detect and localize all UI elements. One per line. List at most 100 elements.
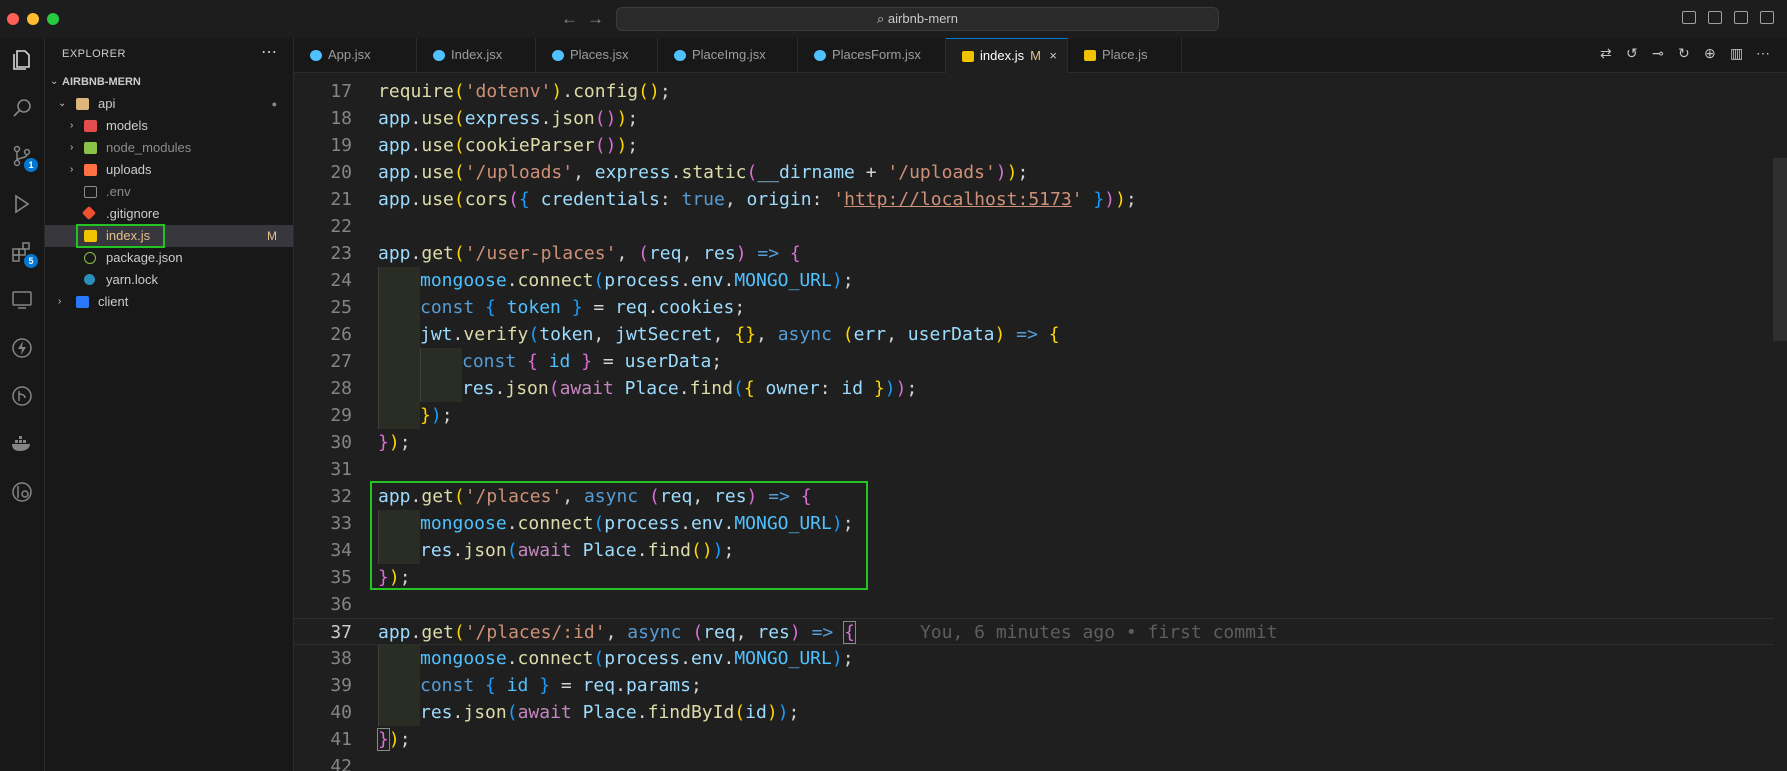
explorer-title: EXPLORER <box>62 48 126 60</box>
remote-explorer-activity[interactable] <box>0 282 44 318</box>
line-number: 27 <box>330 351 352 372</box>
toggle-primary-sidebar-icon[interactable] <box>1682 11 1696 24</box>
tree-item-api[interactable]: ⌄ api ● <box>45 93 293 115</box>
line-number: 23 <box>330 243 352 264</box>
activity-bar: 1 5 <box>0 38 45 771</box>
docker-activity[interactable] <box>0 426 44 462</box>
tab-placesform-jsx[interactable]: PlacesForm.jsx <box>798 38 946 72</box>
line-number: 22 <box>330 216 352 237</box>
line-number: 37 <box>330 622 352 643</box>
code-line: 28 res.json(await Place.find({ owner: id … <box>294 375 1774 402</box>
code-line: 18 app.use(express.json()); <box>294 105 1774 132</box>
run-debug-activity[interactable] <box>0 186 44 222</box>
code-line: 38 mongoose.connect(process.env.MONGO_URL… <box>294 645 1774 672</box>
split-editor-icon[interactable]: ▥ <box>1730 45 1743 62</box>
tree-item-label: models <box>106 118 148 133</box>
project-root[interactable]: ⌄ AIRBNB-MERN <box>45 71 293 93</box>
npm-file-icon <box>84 252 96 264</box>
tree-item-yarn-lock[interactable]: yarn.lock <box>45 269 293 291</box>
code-line: 42 <box>294 753 1774 771</box>
toggle-secondary-sidebar-icon[interactable] <box>1734 11 1748 24</box>
tab-label: PlaceImg.jsx <box>692 47 766 62</box>
tree-item-uploads[interactable]: › uploads <box>45 159 293 181</box>
editor-scrollbar[interactable] <box>1773 158 1787 341</box>
chevron-right-icon: › <box>70 120 74 131</box>
places-route-highlight-box <box>370 481 868 590</box>
gitlens-activity[interactable] <box>0 474 44 510</box>
git-compare-icon[interactable]: ⊕ <box>1704 45 1716 62</box>
files-icon <box>13 50 30 70</box>
code-editor[interactable]: 17 require('dotenv').config(); 18 app.use(… <box>294 73 1787 771</box>
more-actions-icon[interactable]: ⋯ <box>261 42 277 62</box>
tab-placeimg-jsx[interactable]: PlaceImg.jsx <box>658 38 798 72</box>
tab-modified-marker: M <box>1030 48 1041 63</box>
settings-file-icon <box>84 186 97 198</box>
close-tab-icon[interactable]: × <box>1049 39 1057 73</box>
chevron-down-icon: ⌄ <box>58 98 67 109</box>
git-graph-activity[interactable] <box>0 378 44 414</box>
tree-item-gitignore[interactable]: .gitignore <box>45 203 293 225</box>
forward-arrow-icon[interactable]: → <box>587 9 604 29</box>
code-line: 40 res.json(await Place.findById(id)); <box>294 699 1774 726</box>
tab-label: index.js <box>980 48 1025 63</box>
editor-tabs: App.jsx Index.jsx Places.jsx PlaceImg.js… <box>294 38 1787 73</box>
code-line: 26 jwt.verify(token, jwtSecret, {}, async… <box>294 321 1774 348</box>
tab-places-jsx[interactable]: Places.jsx <box>536 38 658 72</box>
open-changes-icon[interactable]: ⇄ <box>1600 45 1612 62</box>
tab-label: Place.js <box>1102 47 1148 62</box>
timeline-icon[interactable]: ⊸ <box>1652 45 1664 62</box>
git-graph-icon <box>12 386 32 406</box>
gitlens-icon <box>12 482 32 502</box>
git-blame-annotation: You, 6 minutes ago • first commit <box>919 622 1278 643</box>
current-code-line: 37 app.get('/places/:id', async (req, res… <box>294 618 1774 645</box>
command-search-box[interactable]: ⌕ airbnb-mern <box>616 7 1219 31</box>
tree-item-env[interactable]: .env <box>45 181 293 203</box>
code-line: 29}); <box>294 402 1774 429</box>
customize-layout-icon[interactable] <box>1760 11 1774 24</box>
code-line: 17 require('dotenv').config(); <box>294 78 1774 105</box>
js-file-icon <box>1084 50 1096 61</box>
extensions-activity[interactable]: 5 <box>0 234 44 270</box>
tab-index-js[interactable]: index.js M × <box>946 38 1068 73</box>
line-number: 18 <box>330 108 352 129</box>
chevron-right-icon: › <box>58 296 62 307</box>
folder-icon <box>84 164 97 176</box>
toggle-panel-icon[interactable] <box>1708 11 1722 24</box>
tree-item-node-modules[interactable]: › node_modules <box>45 137 293 159</box>
back-arrow-icon[interactable]: ← <box>561 9 578 29</box>
previous-change-icon[interactable]: ↺ <box>1626 45 1638 62</box>
tab-place-js[interactable]: Place.js <box>1068 38 1182 72</box>
line-number: 34 <box>330 540 352 561</box>
tree-item-client[interactable]: › client <box>45 291 293 313</box>
tab-index-jsx[interactable]: Index.jsx <box>417 38 536 72</box>
line-number: 41 <box>330 729 352 750</box>
tab-app-jsx[interactable]: App.jsx <box>294 38 417 72</box>
source-control-activity[interactable]: 1 <box>0 138 44 174</box>
search-activity[interactable] <box>0 90 44 126</box>
tree-item-models[interactable]: › models <box>45 115 293 137</box>
explorer-activity[interactable] <box>0 42 44 78</box>
line-number: 42 <box>330 756 352 771</box>
tree-item-package-json[interactable]: package.json <box>45 247 293 269</box>
react-file-icon <box>433 50 445 61</box>
more-editor-actions-icon[interactable]: ⋯ <box>1756 45 1770 62</box>
extensions-badge: 5 <box>24 254 38 268</box>
folder-open-icon <box>76 98 89 110</box>
tree-item-label: .gitignore <box>106 206 160 221</box>
thunder-client-activity[interactable] <box>0 330 44 366</box>
next-change-icon[interactable]: ↻ <box>1678 45 1690 62</box>
line-number: 24 <box>330 270 352 291</box>
react-file-icon <box>310 50 322 61</box>
tree-item-label: api <box>98 96 116 111</box>
maximize-window-button[interactable] <box>47 13 59 25</box>
line-number: 40 <box>330 702 352 723</box>
line-number: 39 <box>330 675 352 696</box>
line-number: 29 <box>330 405 352 426</box>
close-window-button[interactable] <box>7 13 19 25</box>
react-file-icon <box>674 50 686 61</box>
line-number: 21 <box>330 189 352 210</box>
react-file-icon <box>814 50 826 61</box>
code-line: 41}); <box>294 726 1774 753</box>
minimize-window-button[interactable] <box>27 13 39 25</box>
tree-item-label: package.json <box>106 250 183 265</box>
